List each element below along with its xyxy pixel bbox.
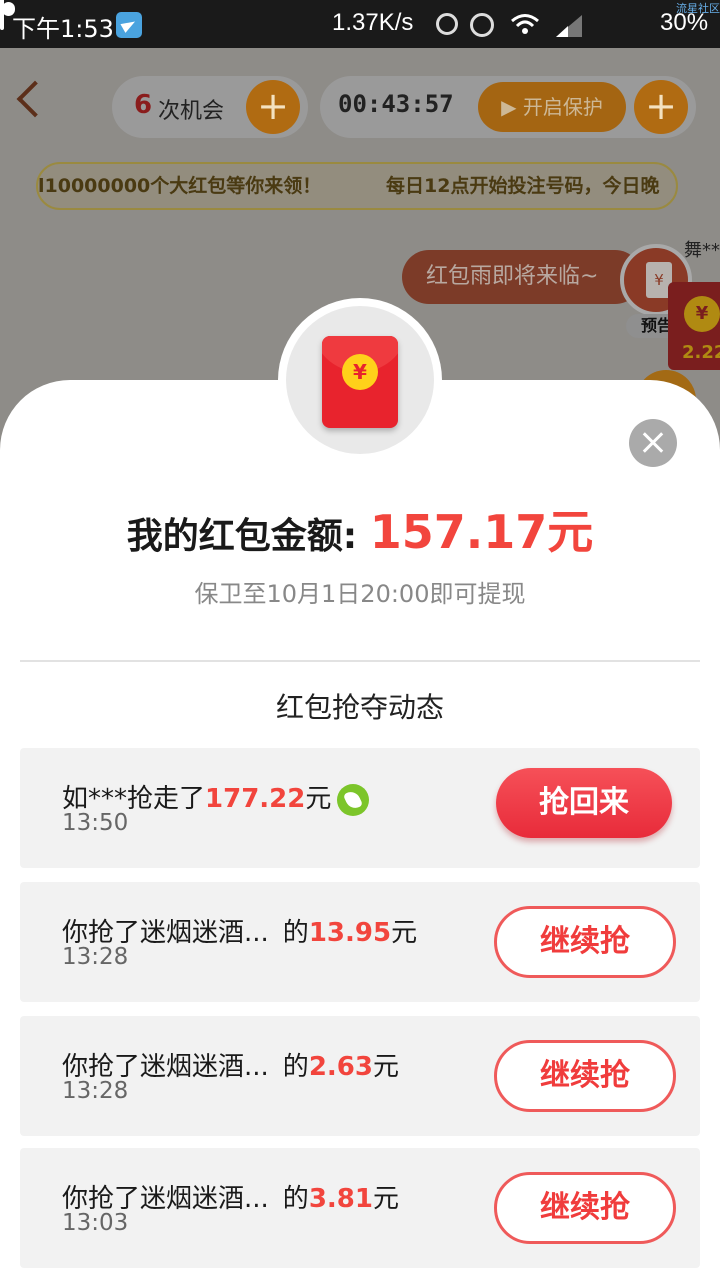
feed-suffix: 的 [282,1052,309,1082]
status-bar: 下午1:53 1.37K/s 30% 流星社区 [0,0,720,48]
add-chances-button[interactable]: + [246,80,300,134]
feed-unit: 元 [372,1052,399,1082]
feed-amount: 3.81 [308,1184,373,1214]
countdown-timer: 00:43:57 [338,90,454,118]
continue-grab-button[interactable]: 继续抢 [494,906,676,978]
watermark: 流星社区 [676,2,720,15]
chances-count: 6 [134,90,153,120]
red-packet-medal: ¥ [278,298,442,462]
peek-user-name: 舞** [684,240,720,261]
feed-item: 你抢了迷烟迷酒... 的3.81元 13:03 继续抢 [20,1148,700,1268]
network-speed: 1.37K/s [332,9,414,36]
feed-amount: 2.63 [308,1052,373,1082]
feed-item: 你抢了迷烟迷酒... 的2.63元 13:28 继续抢 [20,1016,700,1136]
alarm-icon [470,13,494,37]
announcement-marquee: l10000000个大红包等你来领！ 每日12点开始投注号码，今日晚 [36,162,678,210]
chances-label: 次机会 [158,99,225,124]
feed-unit: 元 [372,1184,399,1214]
peek-red-packet: ¥ 2.22 [668,282,720,370]
protect-pill: 00:43:57 ▶ 开启保护 + [320,76,696,138]
feed-amount: 177.22 [205,784,306,814]
feed-unit: 元 [391,918,418,948]
feed-suffix: 的 [282,1184,309,1214]
feed-amount: 13.95 [308,918,392,948]
signal-icon [556,15,582,37]
protect-label: 开启保护 [522,95,603,119]
feed-unit: 元 [305,784,332,814]
continue-grab-button[interactable]: 继续抢 [494,1040,676,1112]
amount-line: 我的红包金额: 157.17元 [0,496,720,562]
divider [20,660,700,662]
feed-item: 如***抢走了177.22元 13:50 抢回来 [20,748,700,868]
status-time: 下午1:53 [12,15,114,43]
feed-time: 13:28 [62,1078,129,1104]
add-protection-button[interactable]: + [634,80,688,134]
marquee-text-right: 每日12点开始投注号码，今日晚 [386,175,660,197]
feed-time: 13:03 [62,1210,129,1236]
battery-icon [0,0,15,30]
telegram-notification-icon [116,12,142,38]
coin-icon: ¥ [684,296,720,332]
red-envelope-icon: ¥ [322,336,398,428]
continue-grab-button[interactable]: 继续抢 [494,1172,676,1244]
chances-pill: 6 次机会 + [112,76,308,138]
close-button[interactable] [629,419,677,467]
leaf-icon [337,783,370,816]
peek-amount: 2.22 [682,342,720,363]
amount-label: 我的红包金额: [126,516,370,557]
wifi-icon [511,14,539,34]
enable-protection-button[interactable]: ▶ 开启保护 [478,82,626,132]
feed-item: 你抢了迷烟迷酒... 的13.95元 13:28 继续抢 [20,882,700,1002]
grab-back-button[interactable]: 抢回来 [496,768,672,838]
feed-time: 13:50 [62,810,129,836]
yuan-coin-icon: ¥ [342,354,378,390]
red-packet-rain-bubble: 红包雨即将来临~ [402,250,642,304]
feed-title: 红包抢夺动态 [275,691,444,724]
sync-icon [436,13,458,35]
feed-time: 13:28 [62,944,129,970]
feed-suffix: 的 [282,918,309,948]
marquee-text-left: l10000000个大红包等你来领！ [38,175,322,197]
withdraw-note: 保卫至10月1日20:00即可提现 [194,580,526,608]
amount-value: 157.17元 [369,505,594,559]
